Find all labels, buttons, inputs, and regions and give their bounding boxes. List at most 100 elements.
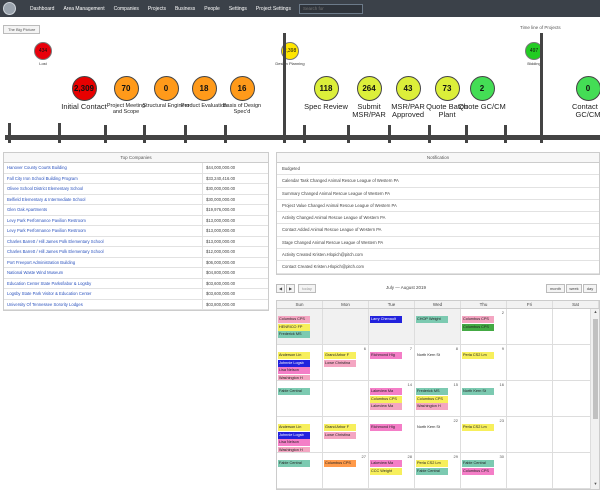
calendar-month-view-button[interactable]: month — [546, 284, 565, 293]
calendar-event[interactable]: Anderson Lin — [278, 352, 310, 359]
calendar-day-cell[interactable]: 23 Perla CS2 Lm — [461, 417, 507, 452]
app-logo[interactable] — [3, 2, 16, 15]
scroll-up-icon[interactable]: ▲ — [591, 309, 600, 317]
calendar-event[interactable]: Columbus CPS — [462, 467, 494, 475]
company-row[interactable]: Levy Park Performance Pavilion Restroom $… — [4, 215, 268, 226]
stage-5[interactable]: 16 Basis of Design Spec'd — [218, 76, 266, 115]
calendar-day-cell[interactable]: Larry Chenault — [369, 309, 415, 344]
calendar-event[interactable]: Perla CS2 Lm — [462, 424, 494, 431]
calendar-day-cell[interactable]: Anderson Lin Johnnie Logsb Lisa Nelson Wash… — [277, 345, 323, 380]
nav-area-management[interactable]: Area Management — [63, 6, 104, 12]
company-row[interactable]: Charles Barrett / Hill James Polk Elemen… — [4, 247, 268, 258]
stage-10[interactable]: 2 Quote GC/CM — [458, 76, 506, 111]
company-row[interactable]: Logsby State Park Visitor & Education Ce… — [4, 289, 268, 300]
calendar-day-cell[interactable]: Fable Central — [277, 381, 323, 416]
calendar-day-cell[interactable]: CHOP Weight — [415, 309, 461, 344]
notification-item[interactable]: Activity Changed Animal Rescue League of… — [277, 212, 599, 225]
calendar-day-cell[interactable]: 16 North Kern St — [461, 381, 507, 416]
company-row[interactable]: Olivee School District Elementary School… — [4, 184, 268, 195]
calendar-day-cell[interactable] — [507, 453, 553, 488]
notification-item[interactable]: Activity Created Kristen.Hlopich@pitch.c… — [277, 249, 599, 262]
calendar-day-cell[interactable] — [507, 345, 553, 380]
calendar-event[interactable]: CHOP Weight — [416, 316, 448, 323]
calendar-day-cell[interactable]: Richmond Hig — [369, 417, 415, 452]
notification-item[interactable]: Calendar Task Changed Animal Rescue Leag… — [277, 175, 599, 188]
calendar-event[interactable]: Columbus CPS — [324, 460, 356, 467]
calendar-event[interactable]: HENRICO FP — [278, 323, 310, 331]
calendar-event[interactable]: Richmond Hig — [370, 352, 402, 359]
calendar-event[interactable]: North Kern St — [416, 352, 448, 359]
calendar-event[interactable]: Columbus CPS — [462, 316, 494, 323]
calendar-event[interactable]: Fable Central — [278, 460, 310, 467]
notification-item[interactable]: Project Value Changed Animal Rescue Leag… — [277, 200, 599, 213]
calendar-event[interactable]: Lakeview Ma — [370, 460, 402, 467]
calendar-day-cell[interactable]: 2 Columbus CPS Columbus CPS — [461, 309, 507, 344]
company-name-link[interactable]: Education Center State Parks/labor & Log… — [4, 278, 203, 288]
calendar-day-cell[interactable]: 27 Columbus CPS — [323, 453, 369, 488]
calendar-event[interactable]: CCC Weight — [370, 467, 402, 475]
company-name-link[interactable]: Hanover County Courts Building — [4, 163, 203, 173]
calendar-day-cell[interactable]: 8 North Kern St — [415, 345, 461, 380]
calendar-event[interactable]: Fable Central — [462, 460, 494, 467]
calendar-prev-button[interactable]: ◀ — [276, 284, 285, 293]
calendar-event[interactable]: Grand Arbor F — [324, 424, 356, 431]
calendar-day-cell[interactable]: 15 Frederick MS Columbus CPS Washington H — [415, 381, 461, 416]
calendar-event[interactable]: Columbus CPS — [416, 395, 448, 403]
scroll-down-icon[interactable]: ▼ — [591, 481, 600, 489]
calendar-day-cell[interactable]: Fable Central — [277, 453, 323, 488]
calendar-event[interactable]: Frederick MS — [278, 331, 310, 338]
company-name-link[interactable]: Glen Oak Apartments — [4, 205, 203, 215]
calendar-day-cell[interactable]: 30 Fable Central Columbus CPS — [461, 453, 507, 488]
calendar-next-button[interactable]: ▶ — [286, 284, 295, 293]
calendar-event[interactable]: North Kern St — [462, 388, 494, 395]
calendar-week-view-button[interactable]: week — [566, 284, 582, 293]
company-name-link[interactable]: Logsby State Park Visitor & Education Ce… — [4, 289, 203, 299]
nav-projects[interactable]: Projects — [148, 6, 166, 12]
calendar-event[interactable]: Grand Arbor F — [324, 352, 356, 359]
company-row[interactable]: Hanover County Courts Building $44,000,00… — [4, 163, 268, 174]
calendar-event[interactable]: Johnnie Logsb — [278, 359, 310, 367]
calendar-event[interactable]: Washington H — [278, 446, 310, 452]
calendar-day-cell[interactable]: Grand Arbor F Lowe Christina — [323, 417, 369, 452]
nav-project-settings[interactable]: Project Settings — [256, 6, 291, 12]
calendar-day-view-button[interactable]: day — [583, 284, 597, 293]
calendar-event[interactable]: Lowe Christina — [324, 431, 356, 439]
calendar-event[interactable]: Lisa Nelson — [278, 367, 310, 374]
company-name-link[interactable]: Charles Barrett / Hill James Polk Elemen… — [4, 247, 203, 257]
calendar-day-cell[interactable]: 7 Richmond Hig — [369, 345, 415, 380]
company-name-link[interactable]: National Waste Wind Museum — [4, 268, 203, 278]
calendar-day-cell[interactable]: 9 Perla CS2 Lm — [461, 345, 507, 380]
company-row[interactable]: Charles Barrett / Hill James Polk Elemen… — [4, 236, 268, 247]
calendar-day-cell[interactable]: 6 Grand Arbor F Lowe Christina — [323, 345, 369, 380]
calendar-event[interactable]: Lisa Nelson — [278, 439, 310, 446]
calendar-day-cell[interactable]: 29 Perla CS2 Lm Fable Central — [415, 453, 461, 488]
calendar-event[interactable]: Lakeview Ma — [370, 403, 402, 410]
calendar-event[interactable]: Fable Central — [278, 388, 310, 395]
search-input[interactable] — [298, 3, 363, 14]
nav-settings[interactable]: Settings — [229, 6, 247, 12]
company-row[interactable]: Education Center State Parks/labor & Log… — [4, 278, 268, 289]
scrollbar-thumb[interactable] — [593, 319, 598, 419]
calendar-event[interactable]: Washington H — [416, 403, 448, 410]
notification-item[interactable]: Summary Changed Animal Rescue League of … — [277, 188, 599, 200]
calendar-event[interactable]: Perla CS2 Lm — [416, 460, 448, 467]
company-row[interactable]: National Waste Wind Museum $04,800,000.00 — [4, 268, 268, 279]
calendar-day-cell[interactable] — [507, 417, 553, 452]
calendar-day-cell[interactable]: 22 North Kern St — [415, 417, 461, 452]
calendar-event[interactable]: Perla CS2 Lm — [462, 352, 494, 359]
company-name-link[interactable]: Belfield Elementary & Intermediate Schoo… — [4, 194, 203, 204]
nav-dashboard[interactable]: Dashboard — [30, 6, 54, 12]
notification-item[interactable]: Stage Changed Animal Rescue League of We… — [277, 237, 599, 250]
calendar-day-cell[interactable]: Anderson Lin Johnnie Logsb Lisa Nelson Wash… — [277, 417, 323, 452]
company-name-link[interactable]: Charles Barrett / Hill James Polk Elemen… — [4, 236, 203, 246]
calendar-event[interactable]: North Kern St — [416, 424, 448, 431]
calendar-event[interactable]: Richmond Hig — [370, 424, 402, 431]
calendar-event[interactable]: Fable Central — [416, 467, 448, 475]
company-name-link[interactable]: Levy Park Performance Pavilion Restroom — [4, 226, 203, 236]
notification-item[interactable]: Contact Added Animal Rescue League of We… — [277, 224, 599, 237]
calendar-day-cell[interactable] — [323, 381, 369, 416]
company-name-link[interactable]: Port Freeport Administration Building — [4, 257, 203, 267]
top-indicator[interactable]: 434 Lost — [23, 42, 63, 66]
company-row[interactable]: Port Freeport Administration Building $06… — [4, 257, 268, 268]
calendar-event[interactable]: Washington H — [278, 374, 310, 380]
